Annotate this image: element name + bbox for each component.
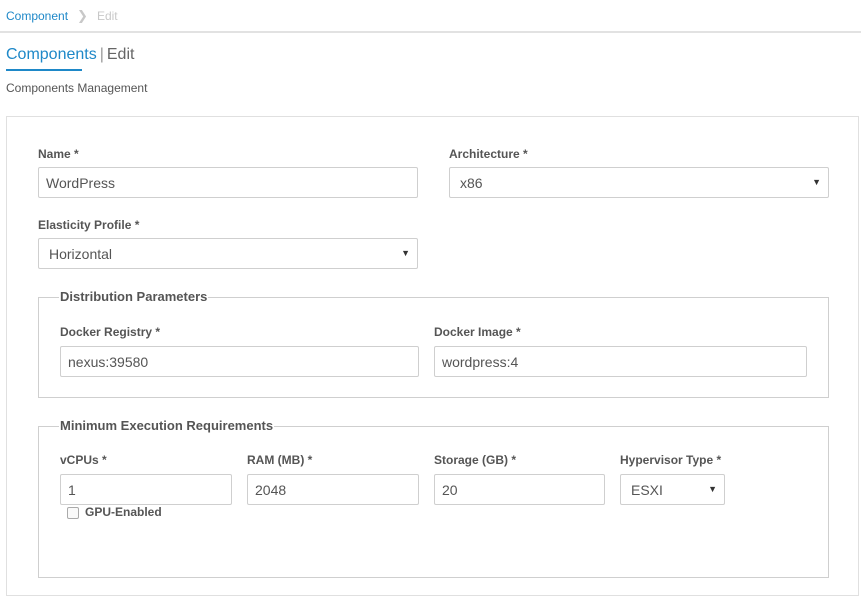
- chevron-right-icon: ❯: [77, 8, 88, 23]
- architecture-select-value: x86: [460, 175, 483, 191]
- page-title-main: Components: [6, 46, 97, 63]
- requirements-fieldset: Minimum Execution Requirements vCPUs * R…: [38, 418, 829, 578]
- elasticity-select[interactable]: Horizontal ▼: [38, 238, 418, 269]
- caret-down-icon: ▼: [401, 248, 410, 258]
- page-title-separator: |: [99, 46, 104, 63]
- docker-image-label: Docker Image *: [434, 325, 521, 339]
- docker-registry-label: Docker Registry *: [60, 325, 161, 339]
- breadcrumb-component-link[interactable]: Component: [6, 9, 68, 23]
- gpu-enabled-checkbox[interactable]: [67, 507, 79, 519]
- requirements-legend: Minimum Execution Requirements: [59, 418, 275, 433]
- breadcrumb-divider: [0, 31, 861, 33]
- page-subtitle: Components Management: [6, 81, 148, 95]
- name-label: Name *: [38, 147, 79, 161]
- architecture-select[interactable]: x86 ▼: [449, 167, 829, 198]
- vcpus-label: vCPUs *: [60, 453, 107, 467]
- elasticity-label: Elasticity Profile *: [38, 218, 140, 232]
- breadcrumb: Component ❯ Edit: [6, 8, 118, 24]
- form-panel: Name * Architecture * x86 ▼ Elasticity P…: [6, 116, 859, 596]
- caret-down-icon: ▼: [708, 484, 717, 494]
- storage-label: Storage (GB) *: [434, 453, 517, 467]
- gpu-enabled-label: GPU-Enabled: [85, 505, 162, 519]
- architecture-label: Architecture *: [449, 147, 528, 161]
- ram-input[interactable]: [247, 474, 419, 505]
- ram-label: RAM (MB) *: [247, 453, 313, 467]
- docker-registry-input[interactable]: [60, 346, 419, 377]
- title-underline: [6, 69, 82, 71]
- caret-down-icon: ▼: [812, 177, 821, 187]
- page-title-edit: Edit: [106, 46, 135, 63]
- hypervisor-label: Hypervisor Type *: [620, 453, 722, 467]
- elasticity-select-value: Horizontal: [49, 246, 113, 262]
- hypervisor-select[interactable]: ESXI ▼: [620, 474, 725, 505]
- page-title: Components | Edit: [6, 46, 134, 64]
- vcpus-input[interactable]: [60, 474, 232, 505]
- distribution-fieldset: Distribution Parameters Docker Registry …: [38, 289, 829, 398]
- hypervisor-select-value: ESXI: [631, 482, 663, 498]
- breadcrumb-current: Edit: [96, 9, 118, 23]
- distribution-legend: Distribution Parameters: [59, 289, 209, 304]
- storage-input[interactable]: [434, 474, 605, 505]
- docker-image-input[interactable]: [434, 346, 807, 377]
- name-input[interactable]: [38, 167, 418, 198]
